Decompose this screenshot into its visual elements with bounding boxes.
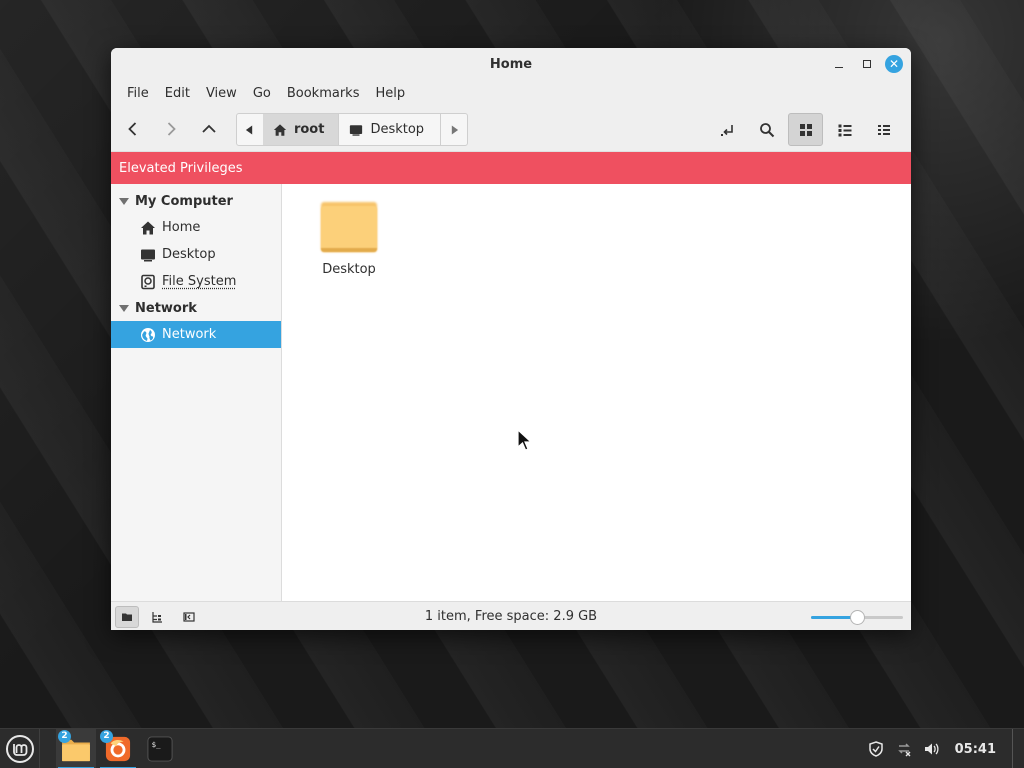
maximize-icon <box>863 60 871 68</box>
toggle-location-button[interactable] <box>710 113 745 146</box>
zoom-knob[interactable] <box>850 610 865 625</box>
sidebar-heading-network[interactable]: Network <box>111 295 281 321</box>
path-scroll-right-button[interactable] <box>441 114 467 145</box>
sidebar-item-label: Home <box>162 220 201 235</box>
globe-icon <box>141 327 155 342</box>
triangle-right-icon <box>451 125 458 134</box>
terminal-icon: $_ <box>147 735 173 762</box>
menu-bookmarks[interactable]: Bookmarks <box>279 86 368 101</box>
sidebar-toggle-icon <box>183 611 195 622</box>
home-icon <box>141 221 155 234</box>
update-manager-button[interactable] <box>867 740 885 758</box>
path-scroll-left-button[interactable] <box>237 114 263 145</box>
banner-text: Elevated Privileges <box>119 160 243 176</box>
sidebar-item-file-system[interactable]: File System <box>111 268 281 295</box>
sidebar-item-home[interactable]: Home <box>111 214 281 241</box>
status-text: 1 item, Free space: 2.9 GB <box>424 609 598 624</box>
crumb-label: Desktop <box>370 122 425 137</box>
folder-icon <box>320 200 378 254</box>
toolbar: root Desktop <box>111 106 911 152</box>
sidebar: My Computer Home Desktop File System Net… <box>111 184 282 601</box>
folder-small-icon <box>122 613 132 621</box>
back-button[interactable] <box>114 114 152 144</box>
file-manager-window: Home ✕ File Edit View Go Bookmarks Help <box>111 48 911 630</box>
status-bar: 1 item, Free space: 2.9 GB <box>111 601 911 630</box>
sidebar-item-label: File System <box>162 274 237 289</box>
file-item-desktop[interactable]: Desktop <box>312 200 386 277</box>
svg-text:$_: $_ <box>152 740 161 749</box>
network-status-button[interactable] <box>895 740 913 758</box>
window-title: Home <box>489 56 533 72</box>
menu-go[interactable]: Go <box>245 86 279 101</box>
sidebar-item-label: Desktop <box>162 247 216 262</box>
shield-icon <box>868 741 883 757</box>
compact-view-button[interactable] <box>866 113 901 146</box>
file-view[interactable]: Desktop <box>282 184 911 601</box>
chevron-up-icon <box>202 124 216 133</box>
crumb-root[interactable]: root <box>262 114 339 145</box>
sidebar-heading-my-computer[interactable]: My Computer <box>111 188 281 214</box>
show-desktop-button[interactable] <box>1012 729 1018 768</box>
show-tree-button[interactable] <box>145 606 169 628</box>
collapse-triangle-icon <box>119 304 129 312</box>
list-icon <box>838 124 851 136</box>
search-button[interactable] <box>749 113 784 146</box>
sidebar-item-network[interactable]: Network <box>111 321 281 348</box>
sidebar-item-desktop[interactable]: Desktop <box>111 241 281 268</box>
volume-icon <box>924 743 939 755</box>
list-view-button[interactable] <box>827 113 862 146</box>
menu-help[interactable]: Help <box>367 86 413 101</box>
location-entry-icon <box>720 124 733 136</box>
taskbar: 2 2 $_ 05:41 <box>0 728 1024 768</box>
taskbar-app-firefox[interactable]: 2 <box>98 729 138 768</box>
desktop-icon <box>141 249 155 261</box>
hide-sidebar-button[interactable] <box>177 606 201 628</box>
minimize-button[interactable] <box>829 55 849 73</box>
tree-icon <box>152 611 162 623</box>
title-bar[interactable]: Home ✕ <box>111 48 911 80</box>
menu-edit[interactable]: Edit <box>157 86 198 101</box>
sidebar-item-label: Network <box>162 327 217 342</box>
drive-icon <box>141 274 155 289</box>
triangle-left-icon <box>246 125 253 134</box>
chevron-right-icon <box>167 121 176 136</box>
mint-logo-icon <box>5 734 34 763</box>
menu-file[interactable]: File <box>119 86 157 101</box>
collapse-triangle-icon <box>119 197 129 205</box>
start-menu-button[interactable] <box>0 728 40 768</box>
compact-grid-icon <box>877 124 890 135</box>
clock[interactable]: 05:41 <box>955 742 996 757</box>
taskbar-app-files[interactable]: 2 <box>56 728 96 768</box>
forward-button[interactable] <box>152 114 190 144</box>
menu-bar: File Edit View Go Bookmarks Help <box>111 80 911 106</box>
elevated-privileges-banner: Elevated Privileges <box>111 152 911 184</box>
sidebar-heading-label: My Computer <box>135 193 233 209</box>
up-button[interactable] <box>190 114 228 144</box>
path-bar: root Desktop <box>236 113 468 146</box>
taskbar-app-terminal[interactable]: $_ <box>140 729 180 768</box>
sidebar-heading-label: Network <box>135 300 197 316</box>
chevron-left-icon <box>128 121 137 136</box>
icon-view-button[interactable] <box>788 113 823 146</box>
crumb-desktop[interactable]: Desktop <box>338 114 442 145</box>
maximize-button[interactable] <box>857 55 877 73</box>
search-icon <box>759 122 774 137</box>
crumb-label: root <box>293 122 325 137</box>
volume-button[interactable] <box>923 740 941 758</box>
minimize-icon <box>835 66 843 68</box>
zoom-slider[interactable] <box>811 610 903 625</box>
file-name: Desktop <box>322 262 376 277</box>
home-icon <box>273 123 287 136</box>
close-button[interactable]: ✕ <box>885 55 903 73</box>
desktop-icon <box>350 124 363 136</box>
grid-icon <box>799 123 812 136</box>
system-tray: 05:41 <box>867 729 1024 768</box>
network-disconnected-icon <box>897 743 911 757</box>
close-icon: ✕ <box>888 57 900 71</box>
menu-view[interactable]: View <box>198 86 245 101</box>
app-badge: 2 <box>100 729 113 743</box>
show-places-button[interactable] <box>115 605 139 628</box>
mouse-cursor-icon <box>517 429 533 451</box>
app-badge: 2 <box>58 729 71 743</box>
